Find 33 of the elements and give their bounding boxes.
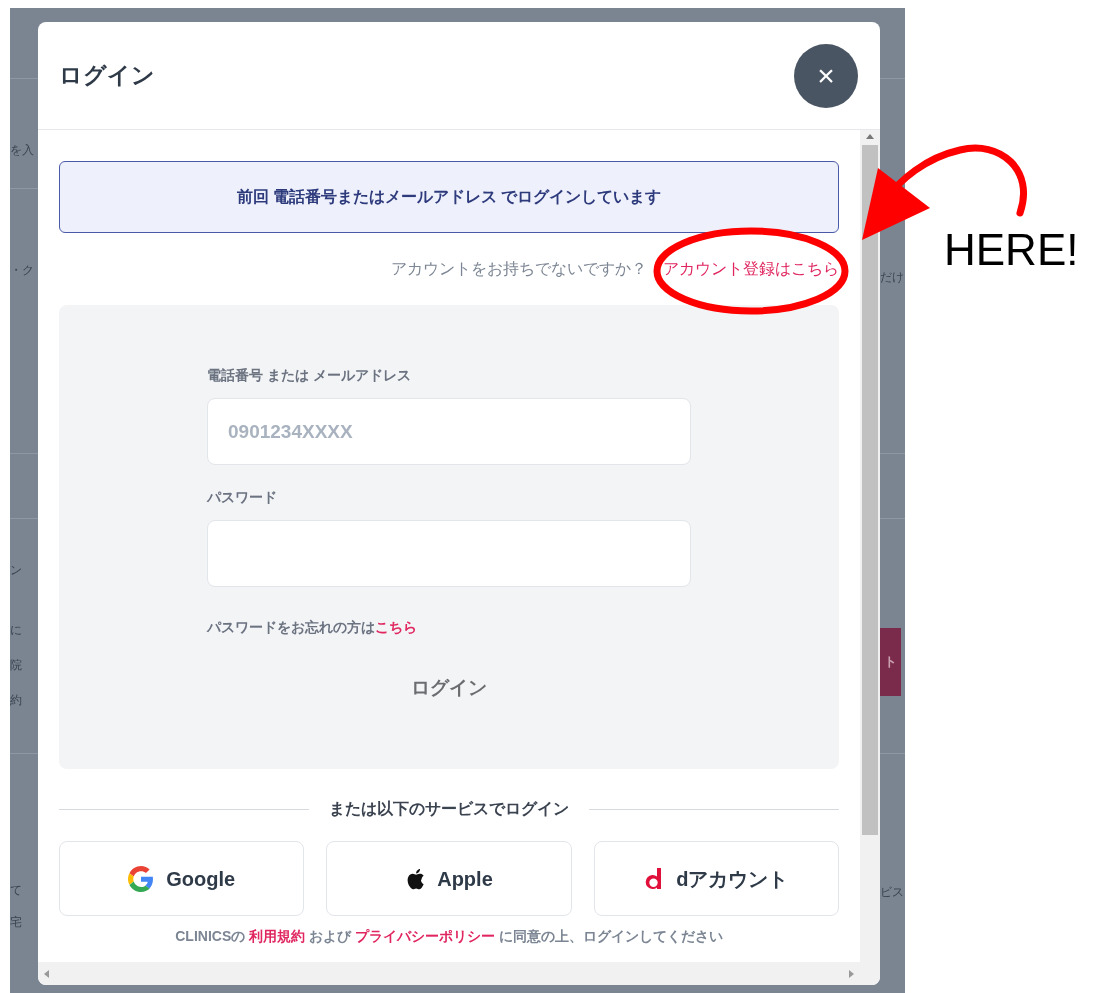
divider-label: または以下のサービスでログイン bbox=[329, 799, 569, 819]
terms-link[interactable]: プライバシーポリシー bbox=[354, 928, 495, 944]
background-text: 院 bbox=[10, 658, 22, 673]
signup-prompt: アカウントをお持ちでないですか？ bbox=[391, 259, 647, 279]
forgot-password-text: パスワードをお忘れの方はこちら bbox=[207, 618, 418, 637]
social-login-button[interactable]: Apple bbox=[326, 841, 572, 916]
vertical-scrollbar[interactable] bbox=[860, 130, 880, 962]
field-label: 電話番号 または メールアドレス bbox=[207, 366, 412, 385]
terms-link[interactable]: 利用規約 bbox=[249, 928, 306, 944]
annotation-label: HERE! bbox=[944, 228, 1079, 272]
input-field[interactable] bbox=[207, 520, 691, 587]
forgot-password-link[interactable]: こちら bbox=[375, 619, 417, 635]
social-login-button[interactable]: Google bbox=[59, 841, 305, 916]
input-field[interactable]: 0901234XXXX bbox=[207, 398, 691, 465]
dialog-title: ログイン bbox=[59, 61, 155, 90]
social-login-button[interactable]: dアカウント bbox=[593, 841, 839, 916]
background-text: 約 bbox=[10, 693, 22, 708]
horizontal-scrollbar[interactable] bbox=[38, 962, 880, 985]
background-text: て bbox=[10, 883, 22, 898]
field-label: パスワード bbox=[207, 488, 278, 507]
apple-logo-icon bbox=[405, 866, 426, 891]
background-text: ・ク bbox=[10, 263, 34, 278]
terms-notice: CLINICSの 利用規約 および プライバシーポリシー に同意の上、ログインしてください bbox=[174, 927, 724, 946]
background-text: ビス bbox=[880, 885, 904, 900]
background-text: だけ bbox=[880, 270, 904, 285]
background-text: 宅 bbox=[10, 915, 22, 930]
background-text: ン bbox=[10, 563, 22, 578]
signup-link[interactable]: アカウント登録はこちら bbox=[663, 257, 839, 281]
last-login-notice: 前回 電話番号またはメールアドレス でログインしています bbox=[59, 161, 839, 233]
google-logo-icon bbox=[128, 865, 155, 892]
close-button[interactable]: × bbox=[794, 43, 858, 108]
background-button[interactable]: ト bbox=[880, 628, 901, 696]
background-text: を入 bbox=[10, 143, 34, 158]
